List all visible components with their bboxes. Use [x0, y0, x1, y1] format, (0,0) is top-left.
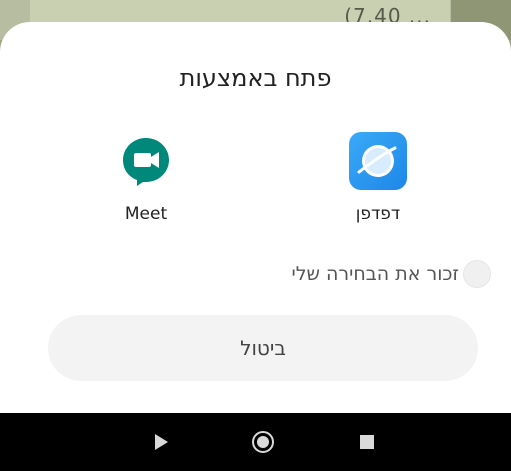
- app-label-meet: Meet: [124, 204, 168, 224]
- nav-home-button[interactable]: [251, 430, 275, 454]
- google-meet-icon: [117, 132, 175, 190]
- recents-square-icon: [360, 435, 374, 449]
- sheet-title: פתח באמצעות: [179, 64, 332, 92]
- cancel-button[interactable]: ביטול: [48, 315, 478, 381]
- open-with-sheet: פתח באמצעות Meet דפדפן זכור את הבחירה של…: [0, 22, 511, 413]
- back-triangle-icon: [155, 434, 168, 450]
- nav-back-button[interactable]: [149, 430, 173, 454]
- nav-recents-button[interactable]: [355, 430, 379, 454]
- remember-choice-radio[interactable]: [463, 260, 491, 288]
- navigation-bar: [0, 413, 511, 471]
- remember-choice-label: זכור את הבחירה שלי: [291, 263, 459, 285]
- remember-choice-row[interactable]: זכור את הבחירה שלי: [291, 260, 491, 288]
- app-label-browser: דפדפן: [355, 204, 401, 224]
- home-circle-icon: [252, 431, 274, 453]
- app-option-browser[interactable]: דפדפן: [318, 132, 438, 224]
- browser-icon: [349, 132, 407, 190]
- screen: (7.40 ... פתח באמצעות Meet דפדפן זכור את…: [0, 0, 511, 471]
- app-option-meet[interactable]: Meet: [86, 132, 206, 224]
